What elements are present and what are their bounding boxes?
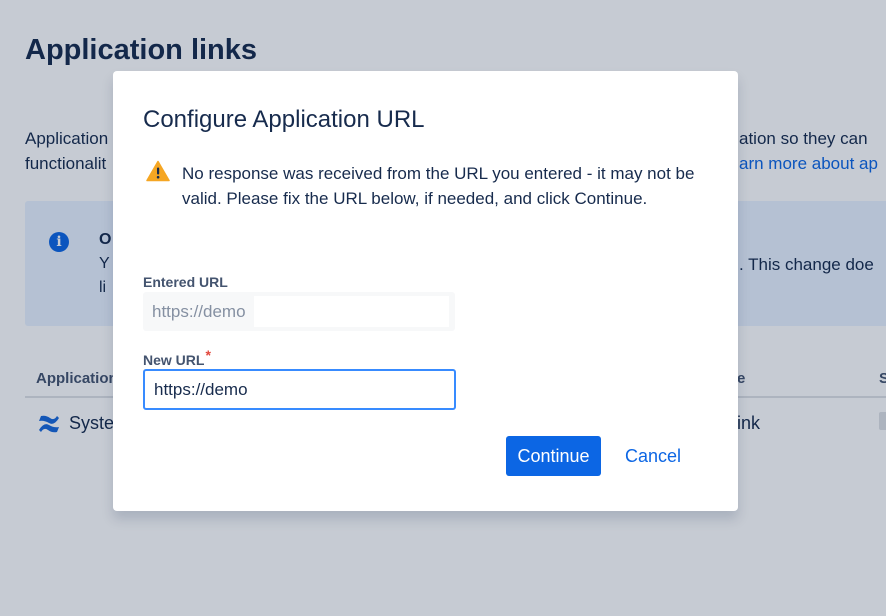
configure-url-dialog: Configure Application URL No response wa…: [113, 71, 738, 511]
required-marker: *: [205, 347, 211, 363]
cancel-button[interactable]: Cancel: [613, 436, 693, 476]
redacted-area: [254, 296, 449, 327]
new-url-label: New URL*: [143, 347, 211, 368]
dialog-title: Configure Application URL: [143, 106, 425, 133]
new-url-label-text: New URL: [143, 352, 205, 368]
continue-button[interactable]: Continue: [506, 436, 601, 476]
entered-url-label: Entered URL: [143, 274, 228, 290]
warning-icon: [146, 160, 170, 182]
warning-message: No response was received from the URL yo…: [182, 164, 695, 208]
entered-url-field: https://demo: [143, 292, 455, 331]
entered-url-value: https://demo: [152, 302, 246, 321]
new-url-input[interactable]: [143, 369, 456, 410]
